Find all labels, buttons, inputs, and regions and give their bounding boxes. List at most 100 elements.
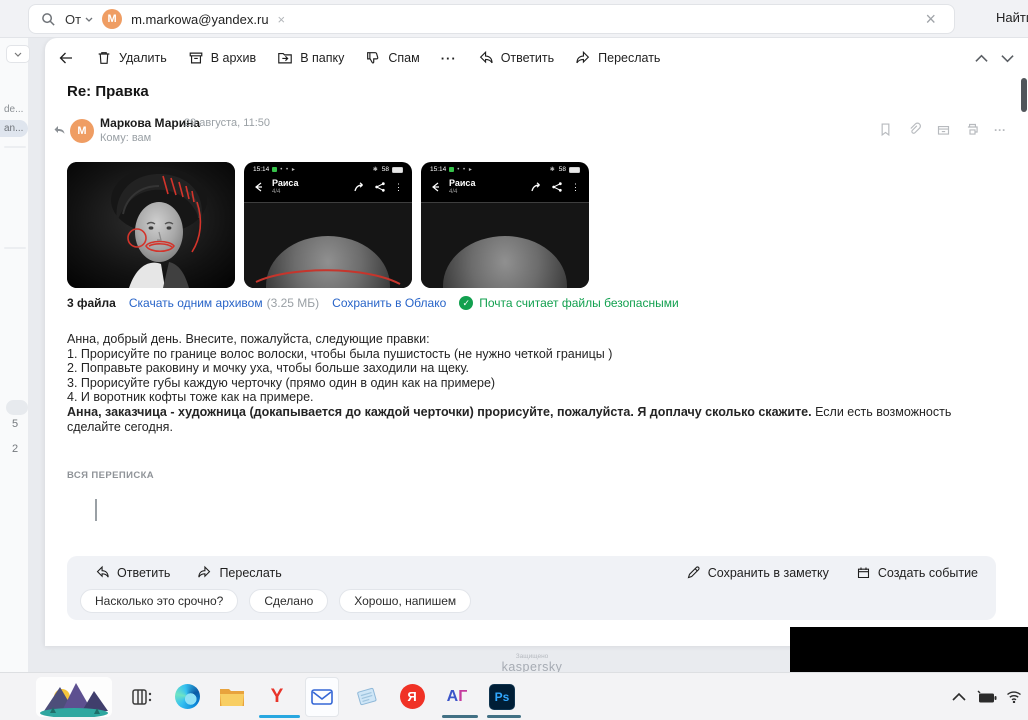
forward-button-bottom[interactable]: Переслать: [197, 565, 282, 580]
spam-label: Спам: [388, 51, 420, 65]
chevron-up-icon[interactable]: [975, 54, 988, 63]
list-item[interactable]: de...: [4, 104, 23, 115]
hair-photo: [442, 236, 568, 288]
portrait-photo-with-red-annotations: [67, 162, 235, 288]
phone-status-bar: 15:14 • • ▸ ✱ 58: [421, 162, 589, 173]
message-date: 29 августа, 11:50: [184, 117, 270, 129]
create-event-button[interactable]: Создать событие: [856, 565, 978, 580]
unread-count: 2: [12, 443, 19, 455]
save-box-icon[interactable]: [936, 122, 951, 137]
phone-time: 15:14: [253, 166, 270, 173]
share-icon: [375, 182, 385, 192]
running-indicator: [442, 715, 478, 718]
search-submit-button[interactable]: Найти: [996, 10, 1028, 25]
reply-label: Ответить: [500, 51, 555, 65]
smart-reply-button[interactable]: Сделано: [249, 589, 329, 613]
battery-icon: [392, 166, 403, 173]
fonts-app-icon[interactable]: АГ: [444, 684, 470, 710]
full-thread-label[interactable]: ВСЯ ПЕРЕПИСКА: [67, 470, 154, 481]
folder-icon: [278, 52, 292, 64]
smart-reply-button[interactable]: Хорошо, напишем: [339, 589, 472, 613]
body-line: 1. Прорисуйте по границе волос волоски, …: [67, 346, 613, 361]
sender-avatar-chip: M: [102, 9, 123, 29]
forward-icon: [198, 565, 211, 578]
mail-app-icon[interactable]: [305, 676, 339, 717]
bookmark-icon[interactable]: [878, 122, 893, 137]
save-to-note-button[interactable]: Сохранить в заметку: [686, 565, 829, 580]
folder-pane-strip: de... an... 5 2: [0, 38, 30, 672]
wifi-icon[interactable]: [1006, 690, 1022, 703]
message-nav: [975, 54, 1014, 63]
chevron-down-icon: [14, 52, 22, 57]
windows-taskbar: Y Я АГ Ps: [0, 672, 1028, 720]
arrow-left-icon: [59, 52, 72, 64]
more-actions-button[interactable]: ···: [441, 51, 457, 66]
yandex-mail-window: От M m.markowa@yandex.ru × × Найти de...…: [0, 0, 1028, 720]
message-view-card: Удалить В архив В папку Спам ··· Ответит…: [45, 38, 1028, 646]
reply-button-bottom[interactable]: Ответить: [95, 565, 170, 580]
message-body: Анна, добрый день. Внесите, пожалуйста, …: [67, 332, 1002, 434]
phone-battery-percent: 58: [381, 166, 389, 173]
forward-button[interactable]: Переслать: [575, 50, 660, 66]
attachments-footer: 3 файла Скачать одним архивом (3.25 МБ) …: [67, 296, 679, 310]
panel-actions-left: Ответить Переслать: [95, 565, 282, 580]
panel-actions-right: Сохранить в заметку Создать событие: [686, 565, 978, 580]
yandex-browser-icon[interactable]: Y: [264, 684, 290, 710]
thumbs-down-icon: [367, 52, 379, 64]
gear-icon: ✱: [372, 167, 379, 173]
move-to-folder-button[interactable]: В папку: [277, 50, 344, 66]
task-view-icon[interactable]: [129, 684, 155, 710]
taskbar-apps: Y Я АГ Ps: [129, 673, 515, 720]
reply-button[interactable]: Ответить: [478, 50, 554, 66]
running-indicator: [487, 715, 521, 718]
attachment-phone-screenshot-2[interactable]: 15:14 • • ▸ ✱ 58 Раиса 4/4 ⋮: [421, 162, 589, 288]
edge-browser-icon[interactable]: [174, 684, 200, 710]
collapse-chevron-button[interactable]: [6, 45, 30, 63]
yandex-search-icon[interactable]: Я: [399, 684, 425, 710]
back-button[interactable]: [57, 49, 75, 67]
scrollbar-thumb[interactable]: [1021, 78, 1027, 112]
archive-label: В архив: [210, 51, 257, 65]
attachment-phone-screenshot-1[interactable]: 15:14 • • ▸ ✱ 58 Раиса 4/4 ⋮: [244, 162, 412, 288]
list-item-selected[interactable]: an...: [0, 120, 28, 137]
notepad-icon[interactable]: [354, 684, 380, 710]
search-clear-icon[interactable]: ×: [925, 9, 942, 30]
arrow-back-icon: [432, 182, 439, 192]
save-to-cloud-link[interactable]: Сохранить в Облако: [332, 296, 446, 310]
attachments-count: 3 файла: [67, 296, 116, 310]
download-archive-link[interactable]: Скачать одним архивом: [129, 296, 263, 310]
photoshop-icon[interactable]: Ps: [489, 683, 515, 710]
delete-button[interactable]: Удалить: [96, 50, 167, 66]
forward-label: Переслать: [219, 565, 282, 580]
attachment-portrait-thumbnail[interactable]: [67, 162, 235, 288]
printer-icon[interactable]: [965, 122, 980, 137]
forward-icon: [576, 50, 590, 64]
chip-close-icon[interactable]: ×: [278, 12, 286, 27]
reply-icon: [479, 50, 493, 64]
chevron-down-icon[interactable]: [1001, 54, 1014, 63]
widgets-weather-tile[interactable]: [36, 677, 112, 717]
shield-check-icon: ✓: [459, 296, 474, 310]
protected-label: Защищено: [515, 653, 549, 660]
divider: [4, 247, 26, 249]
more-icon[interactable]: ···: [994, 123, 1006, 137]
search-bar: От M m.markowa@yandex.ru × × Найти: [0, 0, 1028, 38]
trash-icon: [98, 52, 110, 64]
red-annotation-line: [255, 269, 401, 285]
paperclip-icon[interactable]: [907, 122, 922, 137]
phone-battery-percent: 58: [558, 166, 566, 173]
archive-button[interactable]: В архив: [188, 50, 256, 66]
text-cursor: [95, 499, 97, 521]
search-input[interactable]: От M m.markowa@yandex.ru × ×: [28, 4, 955, 34]
body-line: 3. Прорисуйте губы каждую черточку (прям…: [67, 375, 496, 390]
tray-chevron-up-icon[interactable]: [952, 692, 966, 701]
battery-icon[interactable]: [975, 690, 997, 704]
spam-button[interactable]: Спам: [365, 50, 420, 66]
search-filter-from[interactable]: От: [65, 12, 93, 27]
phone-photo-area: [244, 202, 412, 288]
save-note-label: Сохранить в заметку: [707, 565, 829, 580]
message-recipients[interactable]: Кому: вам: [100, 132, 151, 144]
smart-reply-button[interactable]: Насколько это срочно?: [80, 589, 239, 613]
phone-status-icons: • • ▸: [457, 167, 473, 173]
file-explorer-icon[interactable]: [219, 684, 245, 710]
